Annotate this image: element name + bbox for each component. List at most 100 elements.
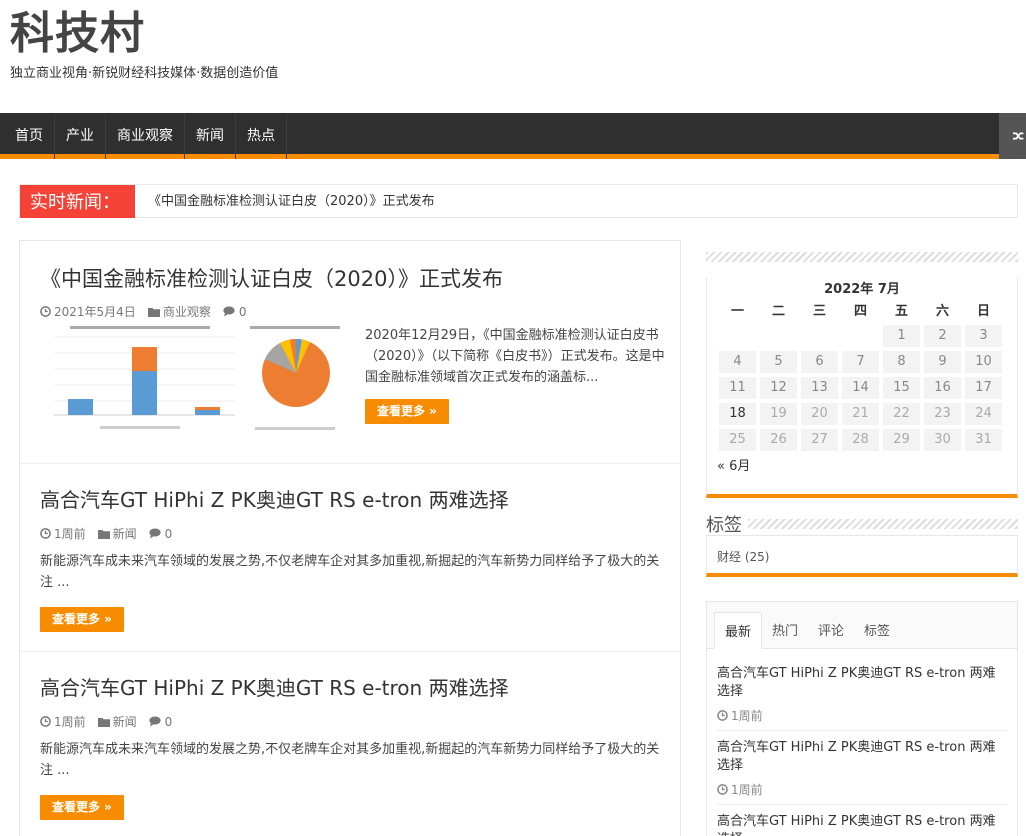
nav-item-business[interactable]: 商业观察 <box>106 113 185 159</box>
list-item-title[interactable]: 高合汽车GT HiPhi Z PK奥迪GT RS e-tron 两难选择 <box>717 813 1007 836</box>
comments-icon <box>149 716 161 727</box>
list-item-time: 1周前 <box>731 783 763 797</box>
site-logo[interactable]: 科技村 独立商业视角·新锐财经科技媒体·数据创造价值 <box>10 8 278 81</box>
calendar-caption: 2022年 7月 <box>824 282 900 297</box>
post-title[interactable]: 《中国金融标准检测认证白皮（2020）》正式发布 <box>40 263 660 293</box>
post-meta: 1周前 新闻 0 <box>40 525 660 542</box>
clock-icon <box>40 528 51 539</box>
list-item-title[interactable]: 高合汽车GT HiPhi Z PK奥迪GT RS e-tron 两难选择 <box>717 665 1007 701</box>
calendar-day: 19 <box>760 403 797 425</box>
thumbnail-chart-image <box>40 323 345 435</box>
read-more-button[interactable]: 查看更多 » <box>40 607 124 632</box>
calendar-weekday: 五 <box>894 304 908 319</box>
read-more-button[interactable]: 查看更多 » <box>40 795 124 820</box>
nav-item-news[interactable]: 新闻 <box>185 113 236 159</box>
clock-icon <box>40 716 51 727</box>
calendar-day: 16 <box>924 377 961 399</box>
calendar-day: 22 <box>883 403 920 425</box>
breaking-news-link[interactable]: 《中国金融标准检测认证白皮（2020）》正式发布 <box>148 185 435 219</box>
nav-item-hot[interactable]: 热点 <box>236 113 287 159</box>
calendar-grid: 一二三四五六日 1 2 3 4 5 6 7 8 9 10 11 12 13 14 15 16 17 18 19 20 21… <box>707 303 1017 451</box>
calendar-day: 30 <box>924 429 961 451</box>
comments-icon <box>149 528 161 539</box>
site-tagline: 独立商业视角·新锐财经科技媒体·数据创造价值 <box>10 66 279 81</box>
calendar-weekday: 一 <box>730 304 744 319</box>
post-comment-count[interactable]: 0 <box>239 305 247 319</box>
post-comment-count[interactable]: 0 <box>165 715 173 729</box>
calendar-day: 9 <box>924 351 961 373</box>
tags-widget: 财经 (25) <box>706 535 1018 577</box>
calendar-day: 8 <box>883 351 920 373</box>
calendar-blank <box>760 325 797 347</box>
tab-popular[interactable]: 热门 <box>762 612 808 649</box>
list-item-time: 1周前 <box>731 709 763 723</box>
folder-icon <box>147 307 160 317</box>
calendar-day: 29 <box>883 429 920 451</box>
calendar-day: 26 <box>760 429 797 451</box>
tab-post-list: 高合汽车GT HiPhi Z PK奥迪GT RS e-tron 两难选择 1周前… <box>707 649 1017 836</box>
post-item: 《中国金融标准检测认证白皮（2020）》正式发布 2021年5月4日 商业观察 … <box>20 241 680 464</box>
calendar-day: 14 <box>842 377 879 399</box>
calendar-prev-month-link[interactable]: « 6月 <box>707 451 1017 480</box>
post-excerpt: 2020年12月29日，《中国金融标准检测认证白皮书（2020）》（以下简称《白… <box>365 328 665 385</box>
post-item: 高合汽车GT HiPhi Z PK奥迪GT RS e-tron 两难选择 1周前… <box>20 464 680 652</box>
tags-widget-header: 标签 <box>706 511 1018 537</box>
calendar-day: 2 <box>924 325 961 347</box>
nav-item-home[interactable]: 首页 <box>0 113 55 159</box>
post-title[interactable]: 高合汽车GT HiPhi Z PK奥迪GT RS e-tron 两难选择 <box>40 672 660 701</box>
calendar-today: 18 <box>719 403 756 425</box>
post-category[interactable]: 商业观察 <box>163 303 211 320</box>
tags-widget-title: 标签 <box>706 515 742 536</box>
widget-divider <box>706 252 1018 262</box>
post-meta: 2021年5月4日 商业观察 0 <box>40 303 660 320</box>
clock-icon <box>717 710 728 721</box>
calendar-day: 7 <box>842 351 879 373</box>
calendar-blank <box>842 325 879 347</box>
post-date: 1周前 <box>54 527 86 541</box>
calendar-day: 17 <box>965 377 1002 399</box>
list-item: 高合汽车GT HiPhi Z PK奥迪GT RS e-tron 两难选择 <box>717 805 1007 836</box>
calendar-day: 10 <box>965 351 1002 373</box>
post-date: 1周前 <box>54 715 86 729</box>
calendar-day: 25 <box>719 429 756 451</box>
calendar-day: 4 <box>719 351 756 373</box>
site-title[interactable]: 科技村 <box>10 8 278 60</box>
calendar-day: 21 <box>842 403 879 425</box>
widget-tabs: 最新 热门 评论 标签 <box>707 602 1017 649</box>
calendar-weekday: 三 <box>812 304 826 319</box>
tab-comments[interactable]: 评论 <box>808 612 854 649</box>
calendar-day: 6 <box>801 351 838 373</box>
post-excerpt: 新能源汽车成未来汽车领域的发展之势,不仅老牌车企对其多加重视,新掘起的汽车新势力… <box>40 554 660 590</box>
calendar-weekday: 四 <box>853 304 867 319</box>
calendar-day: 13 <box>801 377 838 399</box>
tag-link[interactable]: 财经 (25) <box>717 550 769 564</box>
post-title[interactable]: 高合汽车GT HiPhi Z PK奥迪GT RS e-tron 两难选择 <box>40 484 660 513</box>
post-meta: 1周前 新闻 0 <box>40 713 660 730</box>
post-thumbnail[interactable] <box>40 323 345 435</box>
calendar-day: 15 <box>883 377 920 399</box>
calendar-day: 27 <box>801 429 838 451</box>
post-comment-count[interactable]: 0 <box>165 527 173 541</box>
folder-icon <box>97 529 110 539</box>
calendar-day: 3 <box>965 325 1002 347</box>
folder-icon <box>97 717 110 727</box>
post-excerpt: 新能源汽车成未来汽车领域的发展之势,不仅老牌车企对其多加重视,新掘起的汽车新势力… <box>40 742 660 778</box>
calendar-widget: 2022年 7月 一二三四五六日 1 2 3 4 5 6 7 8 9 10 11 12 13 14 15 16 1… <box>706 252 1018 498</box>
calendar-day: 23 <box>924 403 961 425</box>
calendar-day: 24 <box>965 403 1002 425</box>
list-item-title[interactable]: 高合汽车GT HiPhi Z PK奥迪GT RS e-tron 两难选择 <box>717 739 1007 775</box>
tab-latest[interactable]: 最新 <box>714 612 763 649</box>
calendar-weekday: 日 <box>976 304 990 319</box>
calendar-day: 31 <box>965 429 1002 451</box>
calendar-weekday: 六 <box>935 304 949 319</box>
calendar-weekday: 二 <box>771 304 785 319</box>
shuffle-icon <box>1013 132 1024 140</box>
random-article-button[interactable] <box>999 113 1026 159</box>
main-nav: 首页 产业 商业观察 新闻 热点 <box>0 113 1026 159</box>
tab-tags[interactable]: 标签 <box>854 612 900 649</box>
post-category[interactable]: 新闻 <box>113 525 137 542</box>
post-category[interactable]: 新闻 <box>113 713 137 730</box>
list-item: 高合汽车GT HiPhi Z PK奥迪GT RS e-tron 两难选择 1周前 <box>717 731 1007 805</box>
nav-item-industry[interactable]: 产业 <box>55 113 106 159</box>
read-more-button[interactable]: 查看更多 » <box>365 399 449 424</box>
